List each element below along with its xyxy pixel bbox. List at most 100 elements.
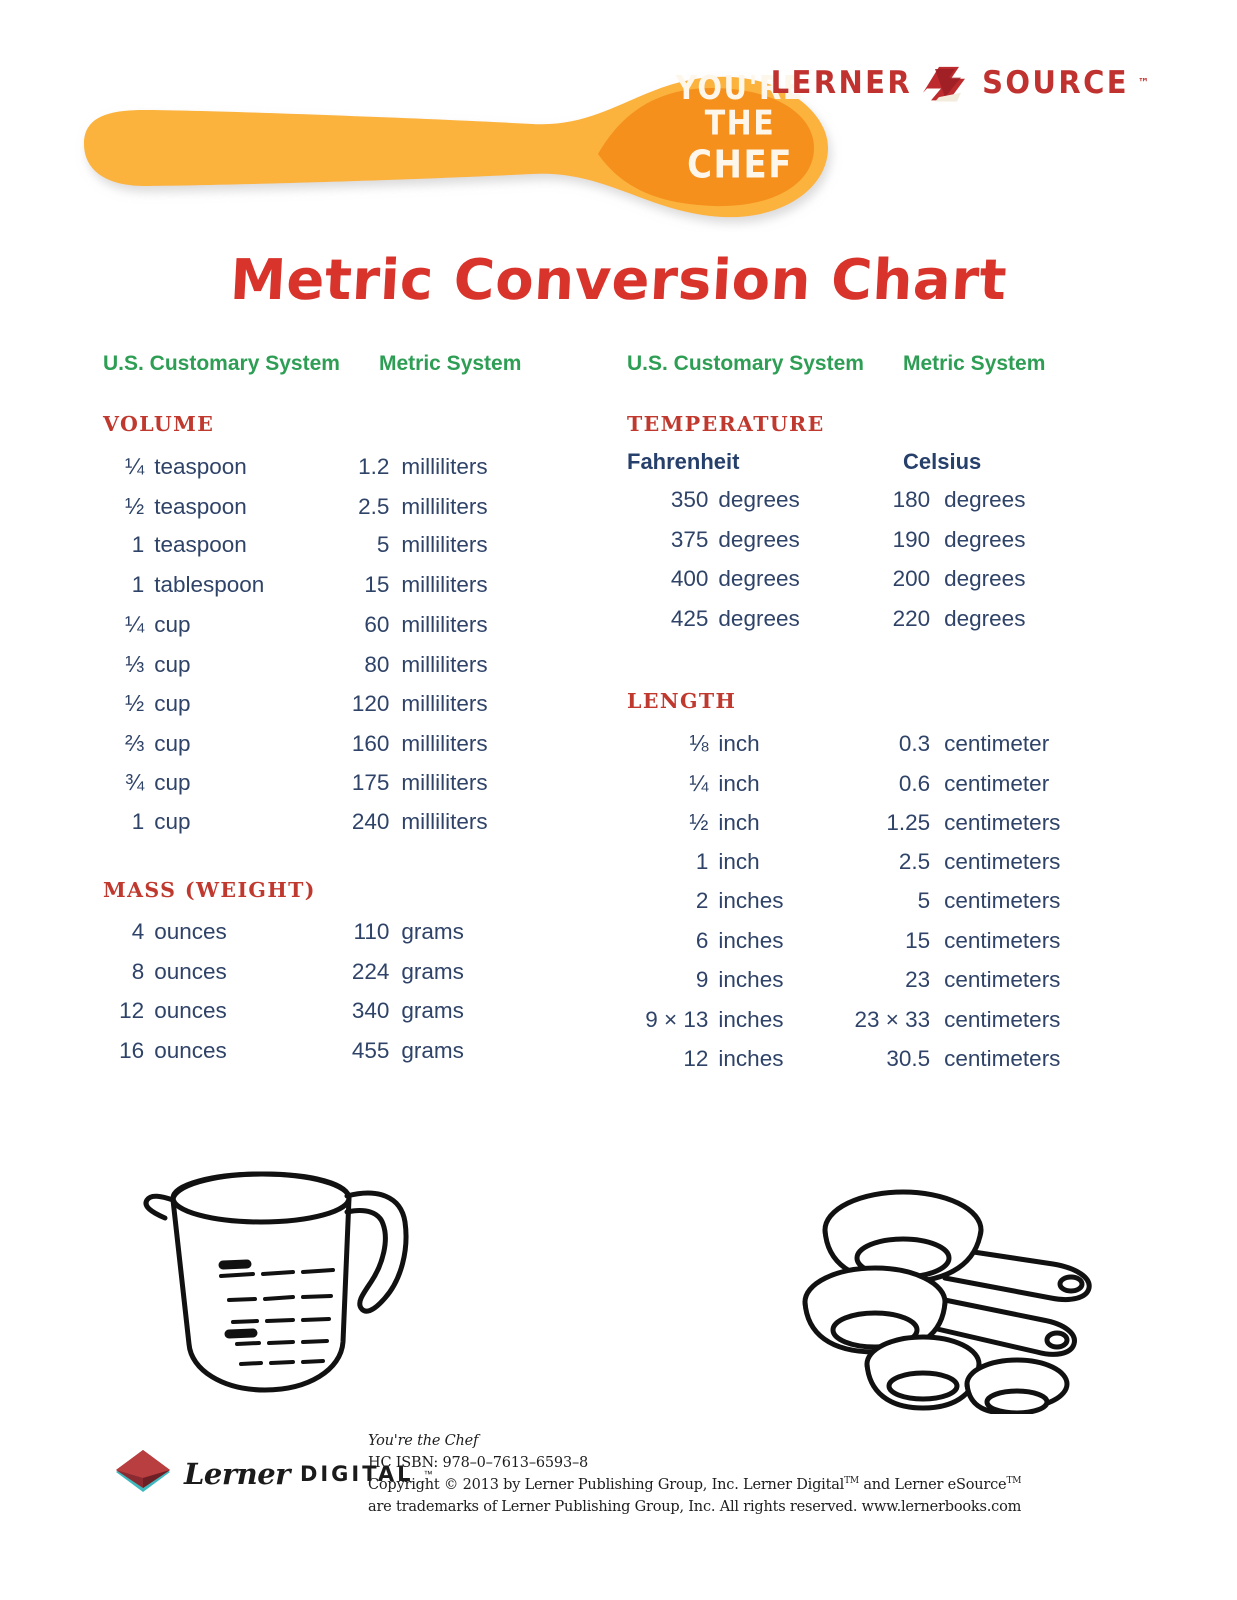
esource-e-icon <box>923 66 966 102</box>
row-unit: cup <box>154 808 191 834</box>
table-row: ⅔ cup 160 milliliters <box>103 730 573 770</box>
row-metric: grams <box>401 998 464 1023</box>
row-unit: inch <box>718 770 760 796</box>
footer-copyright-b: and Lerner eSource <box>858 1477 1007 1494</box>
table-row: ½ inch 1.25 centimeters <box>627 809 1107 849</box>
footer-copyright-line: Copyright © 2013 by Lerner Publishing Gr… <box>368 1474 1021 1496</box>
spoon-tagline-chef: CHEF <box>687 142 793 188</box>
right-column-headers: U.S. Customary System Metric System <box>627 352 1107 382</box>
section-title-length: LENGTH <box>627 689 737 713</box>
row-unit: tablespoon <box>154 571 265 597</box>
row-qty: ¼ <box>689 769 709 796</box>
footer-book-title: You're the Chef <box>368 1433 479 1449</box>
row-value: 240 <box>351 808 390 834</box>
table-row: 9 inches 23 centimeters <box>627 967 1107 1007</box>
row-metric: grams <box>401 919 464 944</box>
row-unit: cup <box>154 770 191 795</box>
row-unit: ounces <box>154 919 227 944</box>
row-value: 340 <box>351 998 390 1023</box>
table-row: ½ teaspoon 2.5 milliliters <box>103 493 573 533</box>
row-value: 30.5 <box>886 1046 931 1071</box>
row-metric: centimeters <box>944 810 1061 835</box>
section-title-mass-weight: MASS (WEIGHT) <box>103 878 316 902</box>
row-metric: centimeters <box>944 1046 1061 1071</box>
section-volume: VOLUME ¼ teaspoon 1.2 milliliters ½ teas… <box>103 412 573 848</box>
table-row: 6 inches 15 centimeters <box>627 928 1107 968</box>
row-value: 23 × 33 <box>854 1006 931 1032</box>
table-row: ¼ inch 0.6 centimeter <box>627 770 1107 810</box>
row-qty: 9 × 13 <box>645 1006 709 1032</box>
row-value: 175 <box>351 770 390 795</box>
row-value: 2.5 <box>358 493 390 519</box>
row-metric: centimeters <box>944 927 1061 953</box>
trademark-icon: TM <box>844 1476 859 1487</box>
right-header-us: U.S. Customary System <box>627 352 864 375</box>
row-metric: milliliters <box>401 454 488 479</box>
section-temperature: TEMPERATURE Fahrenheit Celsius 350 degre… <box>627 412 1107 645</box>
left-column: U.S. Customary System Metric System VOLU… <box>103 352 573 1077</box>
table-row: 16 ounces 455 grams <box>103 1038 573 1078</box>
table-row: 425 degrees 220 degrees <box>627 606 1107 646</box>
row-unit: degrees <box>718 526 800 552</box>
row-qty: ¼ <box>125 611 145 637</box>
row-qty: ⅛ <box>689 730 709 756</box>
lerner-esource-right-word: SOURCE <box>982 63 1129 101</box>
row-value: 15 <box>905 927 931 953</box>
metric-conversion-chart-page: YOU'RE THE CHEF LERNER SOURCE ™ Metric Co… <box>0 0 1237 1600</box>
row-metric: milliliters <box>401 532 488 557</box>
row-value: 2.5 <box>898 848 931 874</box>
volume-rows: ¼ teaspoon 1.2 milliliters ½ teaspoon 2.… <box>103 453 573 848</box>
row-qty: 9 <box>695 967 709 992</box>
row-metric: milliliters <box>401 770 488 795</box>
row-value: 0.6 <box>898 770 931 796</box>
table-row: ¼ cup 60 milliliters <box>103 611 573 651</box>
row-unit: inches <box>718 1046 784 1071</box>
row-unit: inch <box>718 848 760 874</box>
row-unit: degrees <box>718 605 800 631</box>
page-header: YOU'RE THE CHEF LERNER SOURCE ™ <box>0 0 1237 240</box>
row-unit: degrees <box>718 487 800 512</box>
row-value: 15 <box>364 571 390 597</box>
row-qty: 1 <box>695 848 709 874</box>
row-value: 80 <box>364 651 390 677</box>
mass-rows: 4 ounces 110 grams 8 ounces 224 grams 12… <box>103 919 573 1077</box>
row-metric: centimeters <box>944 888 1061 913</box>
row-qty: ⅔ <box>125 729 145 756</box>
section-mass-weight: MASS (WEIGHT) 4 ounces 110 grams 8 ounce… <box>103 878 573 1077</box>
table-row: ⅓ cup 80 milliliters <box>103 651 573 691</box>
row-qty: ½ <box>689 809 709 835</box>
row-metric: milliliters <box>401 493 488 519</box>
row-metric: centimeter <box>944 770 1050 796</box>
length-rows: ⅛ inch 0.3 centimeter ¼ inch 0.6 centime… <box>627 730 1107 1086</box>
row-qty: ½ <box>125 690 145 716</box>
row-qty: 1 <box>131 571 145 597</box>
footer-copyright-a: Copyright © 2013 by Lerner Publishing Gr… <box>368 1477 845 1494</box>
table-row: 9 × 13 inches 23 × 33 centimeters <box>627 1007 1107 1047</box>
copyright-block: You're the Chef HC ISBN: 978–0–7613–6593… <box>368 1430 1021 1518</box>
row-metric: degrees <box>944 566 1026 591</box>
table-row: 400 degrees 200 degrees <box>627 566 1107 606</box>
table-row: ¾ cup 175 milliliters <box>103 769 573 809</box>
row-unit: cup <box>154 612 191 637</box>
section-length: LENGTH ⅛ inch 0.3 centimeter ¼ inch 0.6 … <box>627 689 1107 1086</box>
row-unit: inch <box>718 810 760 835</box>
table-row: 1 teaspoon 5 milliliters <box>103 532 573 572</box>
row-unit: teaspoon <box>154 532 247 557</box>
measuring-cups-set-illustration <box>802 1189 1092 1414</box>
row-qty: 12 <box>683 1046 709 1071</box>
row-unit: cup <box>154 651 191 677</box>
row-metric: centimeter <box>944 731 1050 756</box>
row-qty: 425 <box>670 605 709 631</box>
row-value: 120 <box>351 691 390 716</box>
table-row: ½ cup 120 milliliters <box>103 690 573 730</box>
row-metric: grams <box>401 1037 464 1063</box>
row-qty: 400 <box>670 566 709 591</box>
table-row: 1 tablespoon 15 milliliters <box>103 572 573 612</box>
lerner-book-diamond-icon <box>116 1450 170 1492</box>
row-metric: milliliters <box>401 808 488 834</box>
row-metric: centimeters <box>944 1006 1061 1032</box>
row-unit: ounces <box>154 958 227 984</box>
temperature-rows: 350 degrees 180 degrees 375 degrees 190 … <box>627 487 1107 645</box>
table-row: 1 inch 2.5 centimeters <box>627 849 1107 889</box>
row-value: 23 <box>905 967 931 992</box>
